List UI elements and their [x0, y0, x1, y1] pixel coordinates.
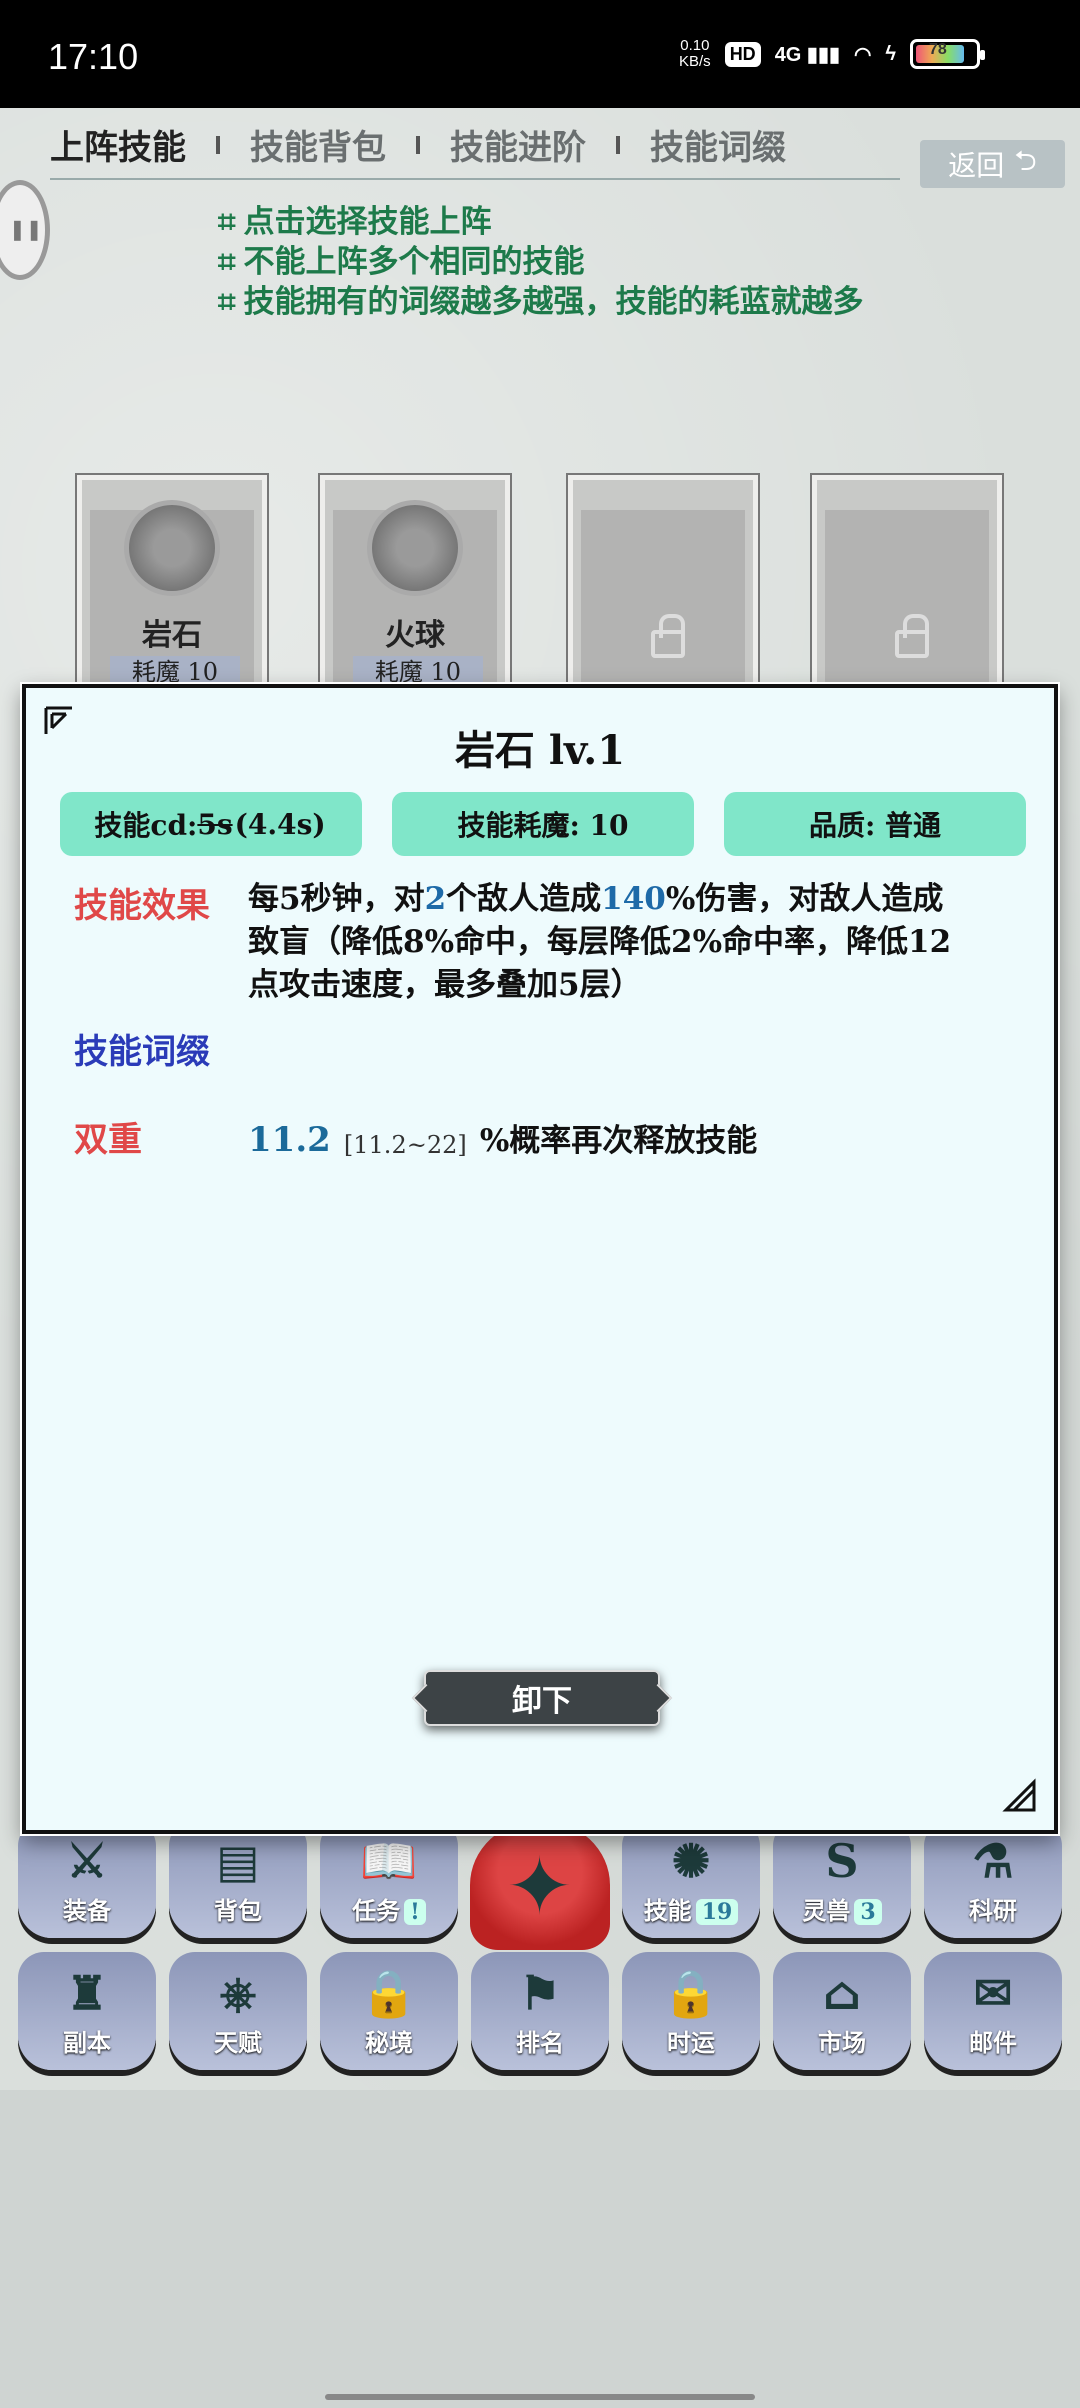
skill-slot-1[interactable]: 岩石 耗魔 10 — [77, 475, 267, 695]
affix-label: 技能词缀 — [74, 1032, 210, 1072]
status-icons: 0.10 KB/s HD 4G ▮▮▮ ◠ ϟ 78 — [679, 37, 985, 70]
status-time: 17:10 — [48, 36, 139, 77]
skill-name: 火球 — [385, 618, 445, 653]
battery-icon: 78 — [910, 39, 985, 69]
tip-item: ⌗ 点击选择技能上阵 — [218, 204, 492, 240]
skill-effect-row: 技能效果 每5秒钟，对2个敌人造成140%伤害，对敌人造成致盲（降低8%命中，每… — [74, 878, 968, 1007]
tab-skill-advance[interactable]: 技能进阶 — [450, 120, 586, 169]
banner-icon: ⚑ — [519, 1966, 561, 2020]
skill-name: 岩石 — [142, 618, 202, 653]
skill-tabs: 上阵技能 技能背包 技能进阶 技能词缀 — [50, 120, 786, 169]
signal-icon: 4G ▮▮▮ — [774, 43, 840, 66]
charging-icon: ϟ — [885, 42, 896, 65]
status-bar: 17:10 0.10 KB/s HD 4G ▮▮▮ ◠ ϟ 78 — [0, 0, 1080, 108]
nav-research[interactable]: ⚗ 科研 — [924, 1820, 1062, 1938]
nav-bag[interactable]: ▤ 背包 — [169, 1820, 307, 1938]
tip-item: ⌗ 不能上阵多个相同的技能 — [218, 244, 585, 280]
lock-icon: 🔒 — [360, 1966, 418, 2020]
sword-icon: ⚔ — [66, 1834, 108, 1888]
wifi-icon: ◠ — [853, 43, 872, 66]
tab-skill-bag[interactable]: 技能背包 — [250, 120, 386, 169]
center-emblem-icon[interactable] — [470, 1820, 610, 1950]
nav-equipment[interactable]: ⚔ 装备 — [18, 1820, 156, 1938]
nav-ranking[interactable]: ⚑ 排名 — [471, 1952, 609, 2070]
tips-list: ⌗ 点击选择技能上阵 ⌗ 不能上阵多个相同的技能 ⌗ 技能拥有的词缀越多越强，技能的耗… — [218, 202, 863, 322]
home-indicator[interactable] — [325, 2394, 755, 2400]
nav-quests[interactable]: 📖 任务! — [320, 1820, 458, 1938]
effect-label: 技能效果 — [74, 886, 210, 926]
tab-divider — [616, 135, 620, 154]
affix-range: [11.2~22] — [343, 1131, 467, 1159]
nav-market[interactable]: ⌂ 市场 — [773, 1952, 911, 2070]
skill-quality: 品质: 普通 — [724, 792, 1026, 856]
tip-item: ⌗ 技能拥有的词缀越多越强，技能的耗蓝就越多 — [218, 284, 864, 320]
back-button[interactable]: 返回 ⮌ — [920, 140, 1065, 188]
skill-stats: 技能cd: 5s (4.4s) 技能耗魔: 10 品质: 普通 — [60, 792, 1026, 856]
wheel-icon: ⎈ — [219, 1966, 257, 2020]
skill-cooldown: 技能cd: 5s (4.4s) — [60, 792, 362, 856]
shop-icon: ⌂ — [822, 1966, 862, 2020]
skill-slot-3-locked[interactable] — [568, 475, 758, 695]
nav-fortune[interactable]: 🔒 时运 — [622, 1952, 760, 2070]
research-icon: ⚗ — [972, 1834, 1014, 1888]
affix-description: %概率再次释放技能 — [479, 1123, 758, 1159]
tabs-underline — [50, 178, 900, 180]
mail-icon: ✉ — [973, 1966, 1013, 2020]
nav-spirit-beast[interactable]: S 灵兽 3 — [773, 1820, 911, 1938]
skill-mana-cost: 技能耗魔: 10 — [392, 792, 694, 856]
tower-icon: ♜ — [66, 1966, 108, 2020]
bag-icon: ▤ — [216, 1834, 260, 1888]
nav-secret-realm[interactable]: 🔒 秘境 — [320, 1952, 458, 2070]
skill-slot-2[interactable]: 火球 耗魔 10 — [320, 475, 510, 695]
network-speed: 0.10 KB/s — [679, 37, 711, 70]
rock-skill-icon — [124, 500, 220, 596]
tab-skill-affix[interactable]: 技能词缀 — [650, 120, 786, 169]
nav-mail[interactable]: ✉ 邮件 — [924, 1952, 1062, 2070]
back-arrow-icon: ⮌ — [1014, 144, 1037, 177]
skill-affix-header: 技能词缀 — [74, 1024, 248, 1073]
bottom-background — [0, 2090, 1080, 2408]
fireball-skill-icon — [367, 500, 463, 596]
effect-text: 每5秒钟，对2个敌人造成140%伤害，对敌人造成致盲（降低8%命中，每层降低2%… — [248, 881, 952, 1003]
tab-equipped-skills[interactable]: 上阵技能 — [50, 120, 186, 169]
nav-dungeon[interactable]: ♜ 副本 — [18, 1952, 156, 2070]
affix-name: 双重 — [74, 1120, 142, 1160]
lock-icon — [651, 614, 685, 658]
nav-talent[interactable]: ⎈ 天赋 — [169, 1952, 307, 2070]
unequip-button[interactable]: 卸下 — [424, 1670, 660, 1726]
corner-ornament-icon — [1002, 1778, 1036, 1812]
hd-icon: HD — [724, 41, 761, 67]
skill-icon: ✺ — [671, 1834, 711, 1888]
skill-detail-modal: 岩石 lv.1 技能cd: 5s (4.4s) 技能耗魔: 10 品质: 普通 … — [22, 684, 1058, 1834]
lock-icon: 🔒 — [662, 1966, 720, 2020]
book-icon: 📖 — [360, 1834, 418, 1888]
nav-skills[interactable]: ✺ 技能 19 — [622, 1820, 760, 1938]
tab-divider — [216, 135, 220, 154]
skill-title: 岩石 lv.1 — [454, 727, 626, 774]
affix-row: 双重 11.2 [11.2~22] %概率再次释放技能 — [74, 1112, 757, 1161]
skill-slot-4-locked[interactable] — [812, 475, 1002, 695]
serpent-icon: S — [825, 1834, 859, 1888]
tab-divider — [416, 135, 420, 154]
lock-icon — [895, 614, 929, 658]
affix-value: 11.2 — [248, 1120, 331, 1160]
